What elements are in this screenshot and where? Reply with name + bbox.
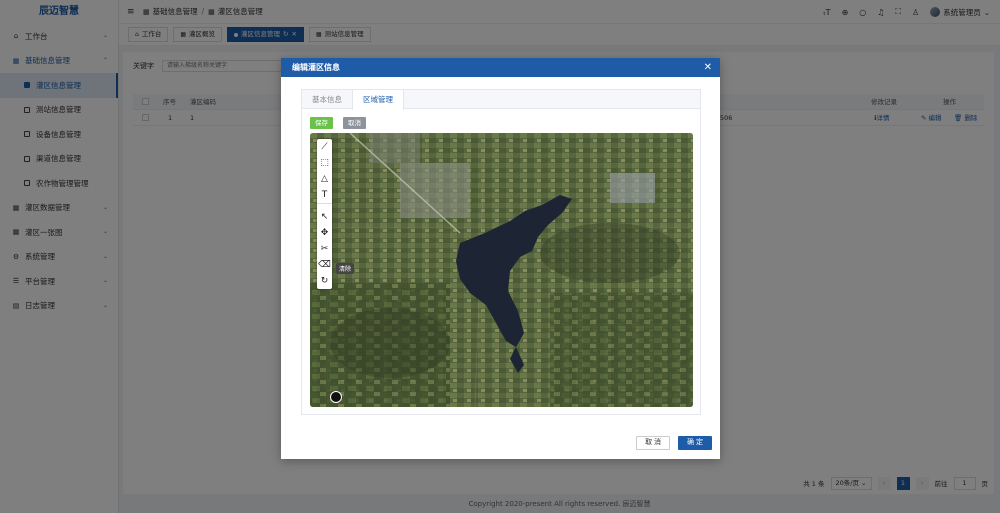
- satellite-imagery: [310, 133, 693, 407]
- text-tool-icon[interactable]: T: [317, 187, 332, 203]
- eraser-tool-icon[interactable]: ⌫: [317, 257, 332, 273]
- select-tool-icon[interactable]: ↖: [317, 209, 332, 225]
- satellite-map[interactable]: ⟋ ⬚ △ T ↖ ✥ ✂ ⌫ ↻ 清除: [310, 133, 693, 407]
- close-icon[interactable]: ✕: [704, 58, 712, 77]
- dialog-header: 编辑灌区信息 ✕: [281, 58, 720, 77]
- edit-irrigation-dialog: 编辑灌区信息 ✕ 基本信息 区域管理 保存 取消 ⟋ ⬚ △ T ↖ ✥ ✂ ⌫…: [281, 58, 720, 459]
- tab-area-management[interactable]: 区域管理: [352, 90, 404, 110]
- dialog-title: 编辑灌区信息: [292, 63, 340, 72]
- dialog-footer: 取 消 确 定: [636, 436, 712, 450]
- tab-basic-info[interactable]: 基本信息: [302, 90, 352, 108]
- dialog-tabs: 基本信息 区域管理: [301, 89, 701, 110]
- line-tool-icon[interactable]: ⟋: [317, 139, 332, 155]
- cancel-button[interactable]: 取 消: [636, 436, 671, 450]
- dialog-body: 基本信息 区域管理 保存 取消 ⟋ ⬚ △ T ↖ ✥ ✂ ⌫ ↻ 清除: [301, 89, 701, 444]
- eraser-tooltip: 清除: [336, 263, 355, 274]
- rectangle-tool-icon[interactable]: ⬚: [317, 155, 332, 171]
- rotate-tool-icon[interactable]: ↻: [317, 273, 332, 289]
- area-management-pane: 保存 取消 ⟋ ⬚ △ T ↖ ✥ ✂ ⌫ ↻ 清除: [301, 109, 701, 415]
- cut-tool-icon[interactable]: ✂: [317, 241, 332, 257]
- move-tool-icon[interactable]: ✥: [317, 225, 332, 241]
- map-logo-icon: [330, 391, 342, 403]
- draw-toolbar: ⟋ ⬚ △ T ↖ ✥ ✂ ⌫ ↻: [317, 139, 332, 289]
- confirm-button[interactable]: 确 定: [678, 436, 712, 450]
- polygon-tool-icon[interactable]: △: [317, 171, 332, 187]
- save-button[interactable]: 保存: [310, 117, 333, 129]
- cancel-small-button[interactable]: 取消: [343, 117, 366, 129]
